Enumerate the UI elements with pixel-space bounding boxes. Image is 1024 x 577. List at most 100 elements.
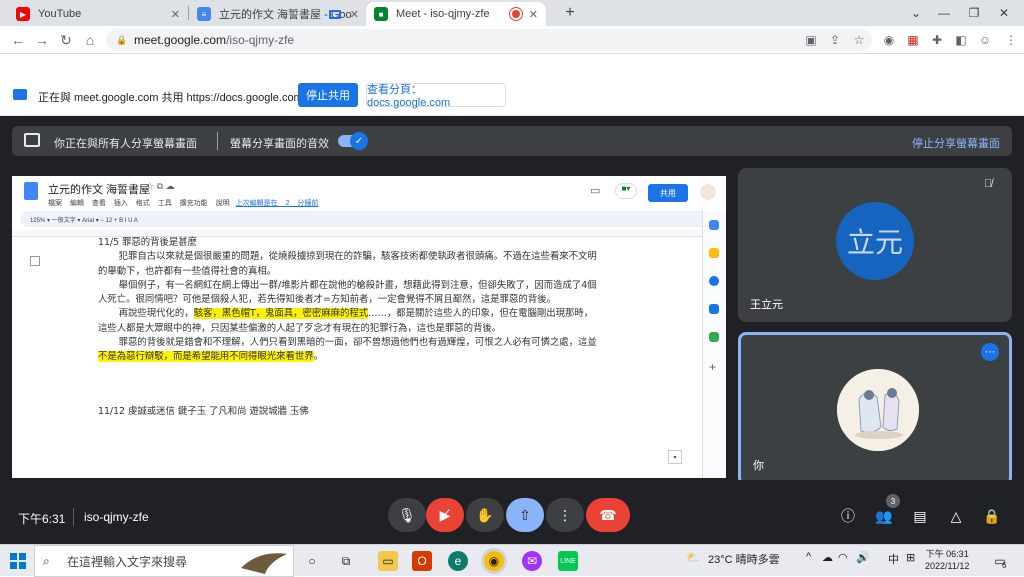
taskbar-search[interactable]: ⌕ 在這裡輸入文字來搜尋 <box>34 545 294 577</box>
clock-time: 下午 06:31 <box>925 549 969 559</box>
close-icon[interactable]: ✕ <box>350 8 359 21</box>
task-view-icon[interactable]: ⧉ <box>336 551 356 571</box>
office-icon[interactable]: O <box>412 551 432 571</box>
stop-sharing-button[interactable]: 停止共用 <box>298 83 358 107</box>
add-comment-icon: ▪ <box>668 450 682 464</box>
sidebar-icon[interactable]: ◧ <box>952 31 970 49</box>
tab-title: YouTube <box>38 8 82 20</box>
docs-menu-items: 檔案 編輯 查看 插入 格式 工具 擴充功能 說明 <box>48 200 230 207</box>
docs-logo <box>24 182 38 200</box>
system-clock[interactable]: 下午 06:31 2022/11/12 <box>925 548 969 572</box>
docs-header: 立元的作文 海誓書屋 ☆ ⧉ ☁ 檔案 編輯 查看 插入 格式 工具 擴充功能 … <box>12 176 726 210</box>
extension-icon[interactable]: ◉ <box>880 31 898 49</box>
hand-icon: ✋ <box>476 506 494 523</box>
chrome-icon[interactable]: ◉ <box>484 551 504 571</box>
audio-text: 螢幕分享畫面的音效 <box>230 138 329 150</box>
ime-indicator[interactable]: 中 <box>888 551 899 567</box>
audio-toggle[interactable]: ✓ <box>338 132 368 150</box>
doc-paragraph: 再說些現代化的，駭客，黑色帽T，鬼面具，密密麻麻的程式……，都是關於這些人的印象… <box>98 308 594 334</box>
mic-icon: 🎙 <box>398 506 416 523</box>
camera-off-button[interactable]: ▶̸ <box>426 498 464 532</box>
tray-chevron-icon[interactable]: ^ <box>806 551 811 563</box>
docs-title: 立元的作文 海誓書屋 <box>48 184 151 196</box>
menu-icon[interactable]: ⋮ <box>1002 31 1020 49</box>
doc-heading: 11/12 虔誠或迷信 鍵子玉 了凡和尚 遊說城牆 玉佛 <box>98 405 309 417</box>
close-window-button[interactable]: ✕ <box>984 0 1024 26</box>
highlighted-text: 不是為惡行辯駁，而是希望能用不同得眼光來看世界 <box>98 351 314 363</box>
avatar <box>700 184 716 200</box>
avatar-illustration <box>837 369 919 451</box>
home-icon[interactable]: ⌂ <box>80 30 100 50</box>
present-button[interactable]: ⇧ <box>506 498 544 532</box>
address-path: /iso-qjmy-zfe <box>226 33 295 47</box>
wifi-icon[interactable]: ◠ <box>838 551 848 564</box>
hang-up-icon: ☎ <box>599 506 617 523</box>
docs-toolbar-text: 125% ▾ 一般文字 ▾ Arial ▾ − 12 + B I U A <box>30 217 138 224</box>
raise-hand-button[interactable]: ✋ <box>466 498 504 532</box>
calendar-icon <box>709 220 719 230</box>
leave-call-button[interactable]: ☎ <box>586 498 630 532</box>
puzzle-icon[interactable]: ✚ <box>928 31 946 49</box>
line-icon[interactable]: LINE <box>558 551 578 571</box>
bookmark-star-icon[interactable]: ☆ <box>850 31 868 49</box>
activities-icon[interactable]: △ <box>946 506 966 526</box>
apps-grid-icon[interactable]: ▦ <box>904 31 922 49</box>
meeting-controls: 下午6:31 iso-qjmy-zfe 🎙 ▶̸ ✋ ⇧ ⋮ ☎ ⓘ 3 👥 ▤… <box>0 480 1024 544</box>
doc-paragraph: 罪惡的背後就是錯會和不理解，人們只看到黑暗的一面，卻不曾想過他們也有過輝煌，可恨… <box>98 337 597 363</box>
share-icon[interactable]: ⇪ <box>826 31 844 49</box>
participant-name: 王立元 <box>750 299 783 311</box>
volume-icon[interactable]: 🔊 <box>856 551 870 564</box>
people-icon[interactable]: 👥 <box>874 506 894 526</box>
chat-icon[interactable]: ▤ <box>910 506 930 526</box>
host-controls-icon[interactable]: 🔒 <box>982 506 1002 526</box>
participant-tile-self[interactable]: ⋯ 你 <box>738 332 1012 486</box>
back-icon[interactable]: ← <box>8 30 28 50</box>
mic-button[interactable]: 🎙 <box>388 498 426 532</box>
maps-icon <box>709 332 719 342</box>
notification-count: 6 <box>1002 561 1007 570</box>
cortana-icon[interactable]: ○ <box>302 551 322 571</box>
doc-heading: 11/5 罪惡的背後是甚麼 <box>98 237 198 248</box>
forward-icon[interactable]: → <box>32 30 52 50</box>
info-icon[interactable]: ⓘ <box>838 506 858 526</box>
highlighted-text: 駭客，黑色帽T，鬼面具，密密麻麻的程式 <box>193 308 369 320</box>
weather-text[interactable]: 23°C 晴時多雲 <box>708 551 780 567</box>
close-icon[interactable]: ✕ <box>171 8 180 21</box>
close-icon[interactable]: ✕ <box>529 8 538 21</box>
more-options-icon[interactable]: ⋯ <box>981 343 999 361</box>
network-icon[interactable]: ☁ <box>822 551 833 564</box>
outline-icon <box>30 256 40 266</box>
new-tab-button[interactable]: + <box>550 0 590 26</box>
tab-meet[interactable]: ■ Meet - iso-qjmy-zfe ✕ <box>366 2 546 26</box>
tab-docs[interactable]: ≡ 立元的作文 海誓書屋 - Goo ✕ <box>189 2 367 26</box>
address-bar[interactable]: 🔒 meet.google.com/iso-qjmy-zfe <box>106 29 872 51</box>
stop-presenting-link[interactable]: 停止分享螢幕畫面 <box>912 135 1000 151</box>
camera-icon[interactable]: ▣ <box>802 31 820 49</box>
present-icon: ⇧ <box>519 506 531 523</box>
start-button[interactable] <box>10 553 26 569</box>
clock-date: 2022/11/12 <box>925 561 970 571</box>
youtube-icon: ▶ <box>16 7 30 21</box>
avatar[interactable]: ☺ <box>976 31 994 49</box>
tasks-icon <box>709 276 719 286</box>
ime-mode-icon[interactable]: ⊞ <box>906 551 915 564</box>
more-options-button[interactable]: ⋮ <box>546 498 584 532</box>
check-icon: ✓ <box>350 132 368 150</box>
reload-icon[interactable]: ↻ <box>56 30 76 50</box>
view-tab-button[interactable]: 查看分頁：docs.google.com <box>366 83 506 109</box>
edge-icon[interactable]: e <box>448 551 468 571</box>
messenger-icon[interactable]: ✉ <box>522 551 542 571</box>
keep-icon <box>709 248 719 258</box>
meet-icon: ■▾ <box>615 183 637 199</box>
notification-icon[interactable]: ▭ <box>990 551 1010 571</box>
tab-title: Meet - iso-qjmy-zfe <box>396 8 490 20</box>
more-icon: ⋮ <box>558 506 572 523</box>
last-edit-link: 上次編輯是在 2 分鐘前 <box>235 200 319 207</box>
tab-bar: ▶ YouTube ✕ ≡ 立元的作文 海誓書屋 - Goo ✕ ■ Meet … <box>0 0 1024 26</box>
tab-youtube[interactable]: ▶ YouTube ✕ <box>8 2 188 26</box>
sharing-info-bar: 正在與 meet.google.com 共用 https://docs.goog… <box>0 55 1024 116</box>
file-explorer-icon[interactable]: ▭ <box>378 551 398 571</box>
participant-tile[interactable]: 🎙̸ 立元 王立元 <box>738 168 1012 322</box>
participant-name: 你 <box>753 460 764 472</box>
search-icon: ⌕ <box>43 554 50 568</box>
